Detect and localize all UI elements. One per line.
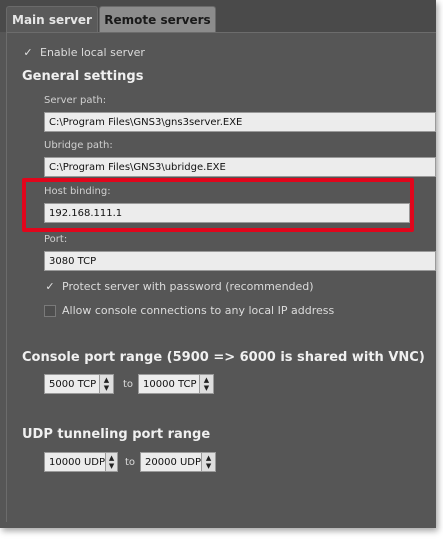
udp-port-end-spinbox[interactable]: 20000 UDP ▲ ▼ <box>140 452 216 472</box>
enable-local-server-row[interactable]: ✓ Enable local server <box>22 46 145 59</box>
spin-arrows[interactable]: ▲ ▼ <box>99 375 113 393</box>
console-to-label: to <box>123 379 134 390</box>
port-label: Port: <box>44 234 68 245</box>
console-port-start-value: 5000 TCP <box>49 378 97 390</box>
arrow-down-icon[interactable]: ▼ <box>109 462 114 470</box>
arrow-up-icon[interactable]: ▲ <box>206 454 211 462</box>
allow-console-checkbox[interactable] <box>44 304 56 317</box>
arrow-down-icon[interactable]: ▼ <box>204 384 209 392</box>
console-port-end-value: 10000 TCP <box>143 378 197 390</box>
console-port-end-spinbox[interactable]: 10000 TCP ▲ ▼ <box>138 374 214 394</box>
tab-remote-servers[interactable]: Remote servers <box>99 6 216 32</box>
arrow-up-icon[interactable]: ▲ <box>204 376 209 384</box>
port-input[interactable]: 3080 TCP <box>44 251 436 271</box>
enable-local-server-label: Enable local server <box>40 46 145 59</box>
general-settings-heading: General settings <box>22 69 144 84</box>
tab-bar: Main server Remote servers <box>0 0 436 32</box>
server-path-label: Server path: <box>44 95 107 106</box>
arrow-up-icon[interactable]: ▲ <box>109 454 114 462</box>
arrow-down-icon[interactable]: ▼ <box>104 384 109 392</box>
spin-arrows[interactable]: ▲ ▼ <box>201 453 215 471</box>
console-port-range-heading: Console port range (5900 => 6000 is shar… <box>22 350 425 365</box>
ubridge-path-label: Ubridge path: <box>44 140 113 151</box>
udp-port-end-value: 20000 UDP <box>145 456 202 468</box>
ubridge-path-input[interactable]: C:\Program Files\GNS3\ubridge.EXE <box>44 157 436 177</box>
host-binding-highlight <box>22 178 414 232</box>
udp-to-label: to <box>125 457 136 468</box>
settings-window: Main server Remote servers ✓ Enable loca… <box>0 0 436 528</box>
spin-arrows[interactable]: ▲ ▼ <box>105 453 117 471</box>
spin-arrows[interactable]: ▲ ▼ <box>199 375 213 393</box>
protect-password-row[interactable]: ✓ Protect server with password (recommen… <box>44 280 314 293</box>
tab-main-server[interactable]: Main server <box>6 6 98 32</box>
allow-console-label: Allow console connections to any local I… <box>62 304 335 317</box>
protect-password-label: Protect server with password (recommende… <box>62 280 314 293</box>
console-port-start-spinbox[interactable]: 5000 TCP ▲ ▼ <box>44 374 114 394</box>
udp-port-start-value: 10000 UDP <box>49 456 106 468</box>
arrow-down-icon[interactable]: ▼ <box>206 462 211 470</box>
server-path-input[interactable]: C:\Program Files\GNS3\gns3server.EXE <box>44 112 436 132</box>
checkmark-icon[interactable]: ✓ <box>22 46 34 59</box>
udp-port-start-spinbox[interactable]: 10000 UDP ▲ ▼ <box>44 452 118 472</box>
checkmark-icon[interactable]: ✓ <box>44 280 56 293</box>
allow-console-row[interactable]: Allow console connections to any local I… <box>44 304 334 317</box>
udp-tunneling-heading: UDP tunneling port range <box>22 427 211 442</box>
arrow-up-icon[interactable]: ▲ <box>104 376 109 384</box>
